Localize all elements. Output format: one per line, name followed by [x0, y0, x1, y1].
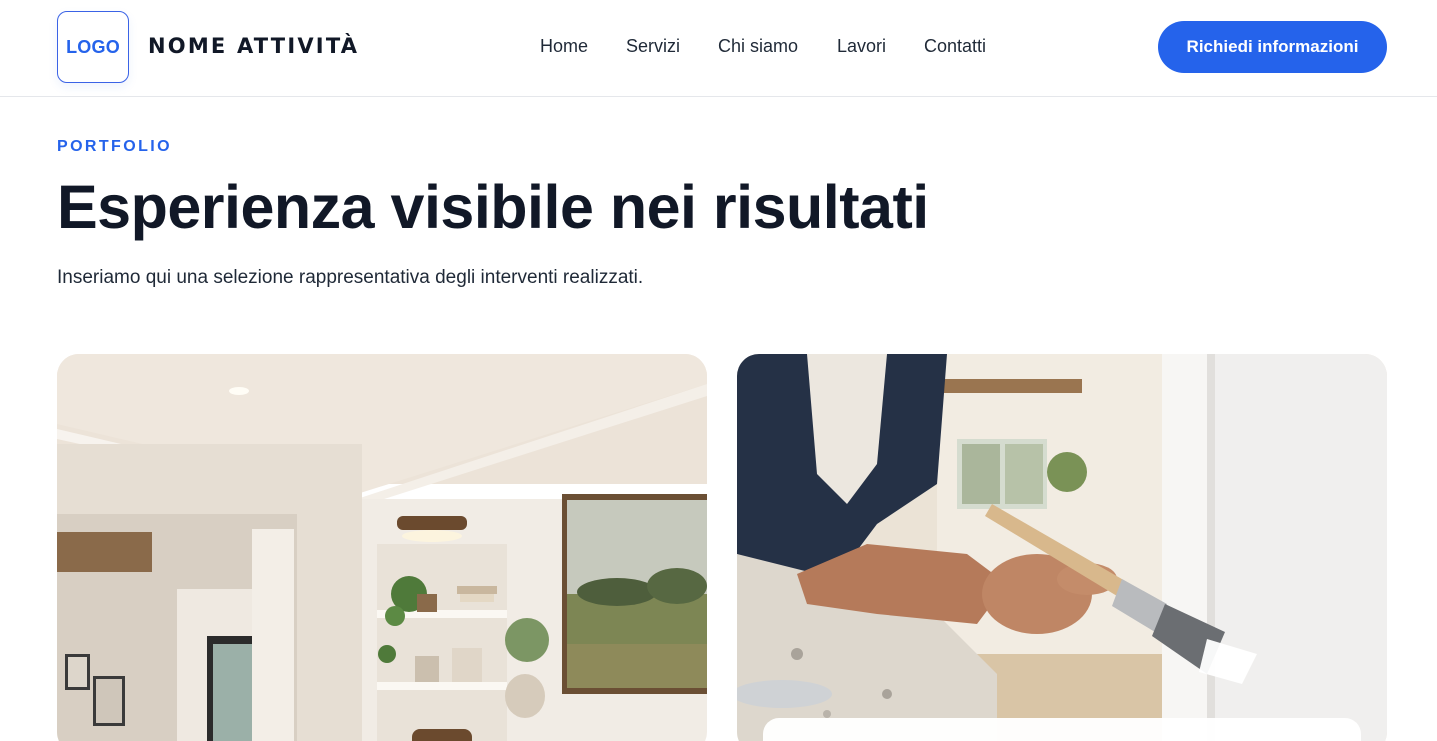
logo-label: LOGO	[66, 36, 120, 57]
nav-item-chi-siamo[interactable]: Chi siamo	[718, 36, 798, 57]
brand-name[interactable]: NOME ATTIVITÀ	[148, 34, 359, 58]
nav-item-lavori[interactable]: Lavori	[837, 36, 886, 57]
logo[interactable]: LOGO	[57, 11, 129, 83]
section-title: Esperienza visibile nei risultati	[57, 173, 929, 241]
nav-item-contatti[interactable]: Contatti	[924, 36, 986, 57]
section-eyebrow: PORTFOLIO	[57, 138, 172, 155]
portfolio-card-living-room[interactable]	[57, 354, 707, 741]
painter-image	[737, 354, 1387, 741]
nav-item-servizi[interactable]: Servizi	[626, 36, 680, 57]
nav-item-home[interactable]: Home	[540, 36, 588, 57]
site-header: LOGO NOME ATTIVITÀ Home Servizi Chi siam…	[0, 0, 1437, 97]
section-subtitle: Inseriamo qui una selezione rappresentat…	[57, 267, 644, 288]
living-room-image	[57, 354, 707, 741]
request-info-button[interactable]: Richiedi informazioni	[1158, 21, 1387, 73]
portfolio-card-painter[interactable]	[737, 354, 1387, 741]
